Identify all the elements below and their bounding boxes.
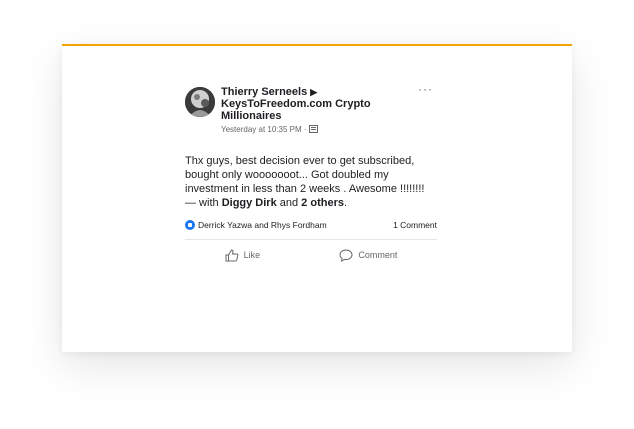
tagged-person[interactable]: Diggy Dirk [222,197,277,209]
tag-and: and [276,197,302,209]
avatar[interactable] [185,87,215,117]
thumbs-up-icon [225,248,238,261]
reaction-names: Derrick Yazwa and Rhys Fordham [198,220,327,230]
like-label: Like [243,250,261,260]
audience-icon [308,125,318,133]
post-text: Thx guys, best decision ever to get subs… [185,154,437,210]
post-timestamp[interactable]: Yesterday at 10:35 PM · [221,125,307,134]
comment-label: Comment [358,250,398,260]
reactions-bar: Derrick Yazwa and Rhys Fordham 1 Comment [185,218,437,232]
facebook-post: Thierry Serneels ▶ KeysToFreedom.com Cryp… [185,82,437,270]
author-line: Thierry Serneels ▶ KeysToFreedom.com Cryp… [221,86,411,122]
reaction-summary[interactable]: Derrick Yazwa and Rhys Fordham [185,220,327,230]
like-reaction-icon [185,220,195,230]
post-text-end: . [343,197,348,209]
post-actions: Like Comment [185,240,437,270]
author-name[interactable]: Thierry Serneels [221,86,307,98]
group-name[interactable]: KeysToFreedom.com Crypto Millionaires [221,98,371,122]
arrow-right-icon: ▶ [310,87,318,97]
tagged-others[interactable]: 2 others [301,197,344,209]
more-options-icon[interactable]: ··· [418,82,433,96]
comment-count[interactable]: 1 Comment [393,220,437,230]
author-block: Thierry Serneels ▶ KeysToFreedom.com Cryp… [221,86,411,135]
comment-bubble-icon [339,248,353,262]
post-meta: Yesterday at 10:35 PM · [221,125,411,135]
post-header: Thierry Serneels ▶ KeysToFreedom.com Cryp… [185,82,437,146]
post-card: Thierry Serneels ▶ KeysToFreedom.com Cryp… [62,44,572,352]
like-button[interactable]: Like [225,248,261,262]
comment-button[interactable]: Comment [339,248,398,262]
avatar-photo-icon [185,87,215,117]
